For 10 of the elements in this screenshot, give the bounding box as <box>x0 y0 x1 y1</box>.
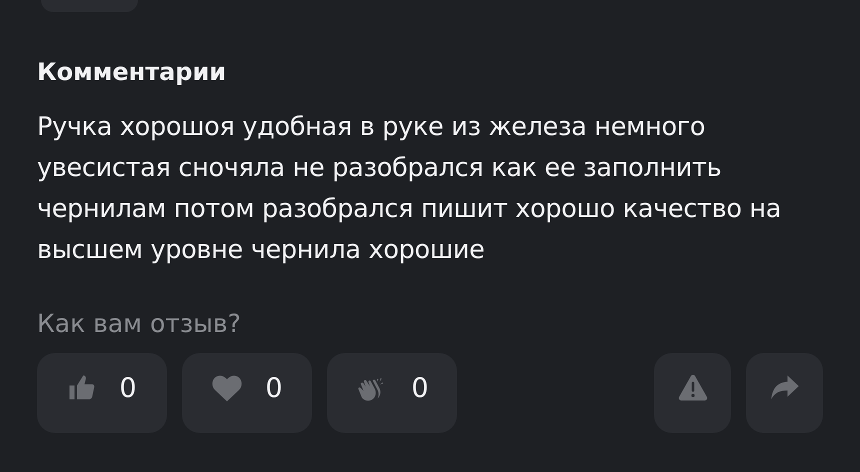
feedback-prompt: Как вам отзыв? <box>37 308 242 340</box>
report-button[interactable] <box>654 353 731 433</box>
heart-icon <box>211 373 244 403</box>
warning-icon <box>678 374 708 402</box>
section-title: Комментарии <box>37 57 228 88</box>
share-button[interactable] <box>746 353 823 433</box>
reaction-button[interactable]: 0 <box>327 353 457 433</box>
reaction-button[interactable]: 0 <box>37 353 167 433</box>
comment-text: Ручка хорошоя удобная в руке из железа немного увесистая сночяла не разобрался как ее заполнить чернилам потом разобрался пишит хорошо качество на высшем уровне чернила хорошие <box>37 111 782 267</box>
reaction-button[interactable]: 0 <box>182 353 312 433</box>
